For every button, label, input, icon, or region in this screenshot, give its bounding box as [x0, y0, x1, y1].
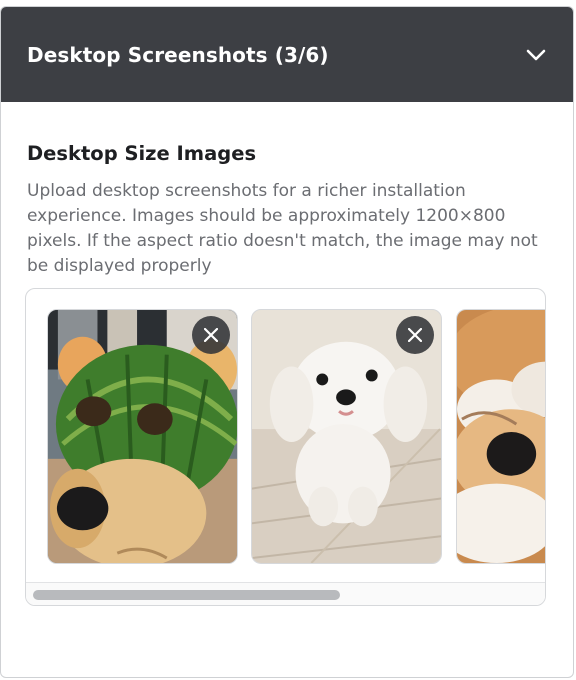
screenshot-gallery — [25, 288, 546, 606]
screenshot-thumbnail[interactable] — [47, 309, 238, 564]
chevron-down-icon[interactable] — [525, 44, 547, 66]
shiba-dog-image — [457, 310, 545, 563]
desktop-size-images-section: Desktop Size Images Upload desktop scree… — [1, 102, 573, 279]
screenshot-thumbnail[interactable] — [456, 309, 545, 564]
section-title: Desktop Size Images — [27, 142, 257, 165]
panel-title: Desktop Screenshots (3/6) — [27, 42, 329, 67]
gallery-track — [47, 309, 545, 565]
remove-screenshot-button[interactable] — [396, 316, 434, 354]
accordion-header[interactable]: Desktop Screenshots (3/6) — [1, 7, 573, 102]
close-icon — [204, 328, 218, 342]
scrollbar-thumb[interactable] — [33, 590, 340, 600]
horizontal-scrollbar[interactable] — [26, 582, 545, 605]
section-description: Upload desktop screenshots for a richer … — [27, 181, 538, 276]
remove-screenshot-button[interactable] — [192, 316, 230, 354]
screenshot-thumbnail[interactable] — [251, 309, 442, 564]
close-icon — [408, 328, 422, 342]
